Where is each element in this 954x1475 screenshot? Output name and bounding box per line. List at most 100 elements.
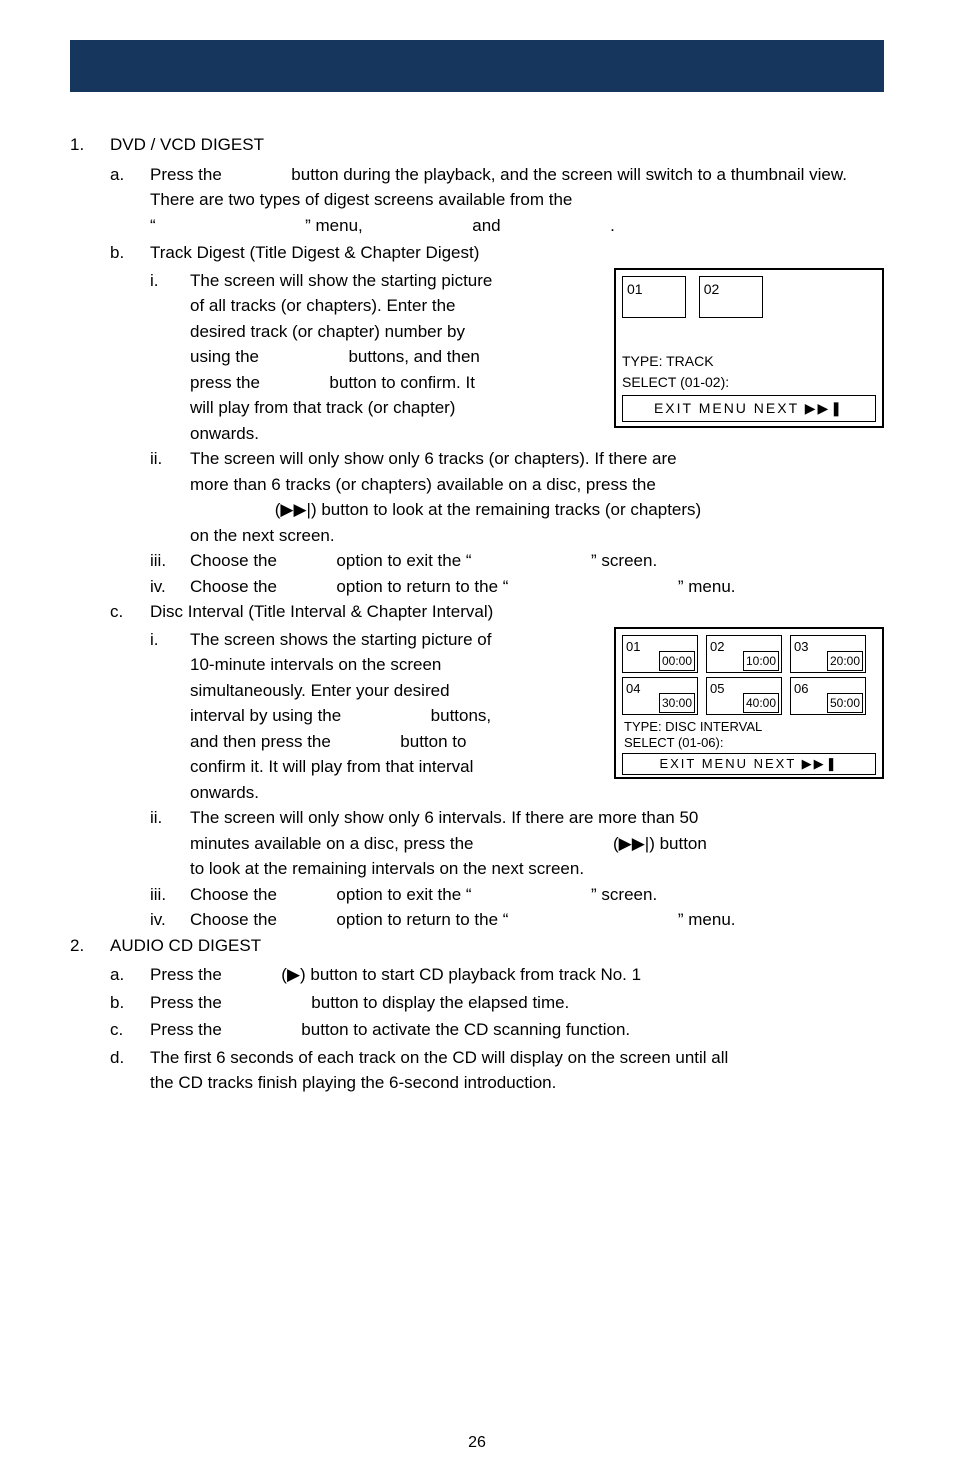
figure-disc-interval: 01 00:00 02 10:00 03 20:00 04 30 bbox=[614, 627, 884, 779]
t: Choose the bbox=[190, 910, 277, 929]
page-number: 26 bbox=[0, 1431, 954, 1455]
item-1c-title-text: Disc Interval (Title Interval & Chapter … bbox=[150, 599, 884, 625]
item-1c-body: 01 00:00 02 10:00 03 20:00 04 30 bbox=[70, 627, 884, 806]
n: 04 bbox=[626, 679, 640, 699]
fig-select: SELECT (01-02): bbox=[622, 372, 876, 393]
text: Choose the option to return to the “ ” m… bbox=[190, 574, 884, 600]
t: Choose the bbox=[190, 551, 277, 570]
letter-b: b. bbox=[110, 990, 150, 1016]
item-2d: d. The first 6 seconds of each track on … bbox=[70, 1045, 884, 1096]
t: interval by using the bbox=[190, 706, 341, 725]
t: option to exit the “ bbox=[336, 885, 471, 904]
t: ” menu, bbox=[305, 216, 363, 235]
t: 30:00 bbox=[659, 693, 695, 713]
header-bar bbox=[70, 40, 884, 92]
text: Press the (▶) button to start CD playbac… bbox=[150, 962, 884, 988]
num-2: 2. bbox=[70, 933, 110, 959]
fig-type: TYPE: DISC INTERVAL bbox=[624, 719, 874, 735]
num-ii: ii. bbox=[150, 805, 190, 831]
t: The screen shows the starting picture of bbox=[190, 630, 491, 649]
t: Press the bbox=[150, 965, 222, 984]
item-1b-title: b. Track Digest (Title Digest & Chapter … bbox=[70, 240, 884, 266]
t: Press the bbox=[150, 993, 222, 1012]
t: ” menu. bbox=[678, 910, 736, 929]
t: 50:00 bbox=[827, 693, 863, 713]
section-1: 1. DVD / VCD DIGEST bbox=[70, 132, 884, 158]
num-ii: ii. bbox=[150, 446, 190, 472]
t: ” screen. bbox=[591, 885, 657, 904]
text: Choose the option to exit the “ ” screen… bbox=[190, 882, 884, 908]
t: button to activate the CD scanning funct… bbox=[301, 1020, 630, 1039]
t: onwards. bbox=[190, 424, 259, 443]
section-1-title: DVD / VCD DIGEST bbox=[110, 132, 884, 158]
item-1b-i: i. The screen will show the starting pic… bbox=[150, 268, 602, 447]
int-cell-01: 01 00:00 bbox=[622, 635, 698, 673]
t: of all tracks (or chapters). Enter the bbox=[190, 296, 456, 315]
t: simultaneously. Enter your desired bbox=[190, 681, 450, 700]
t: using the bbox=[190, 347, 259, 366]
n: 03 bbox=[794, 637, 808, 657]
letter-c: c. bbox=[110, 1017, 150, 1043]
t: and bbox=[472, 216, 500, 235]
t: The screen will only show only 6 interva… bbox=[190, 808, 698, 827]
item-1a-text: Press the button during the playback, an… bbox=[150, 162, 884, 239]
text: Press the button to activate the CD scan… bbox=[150, 1017, 884, 1043]
t: will play from that track (or chapter) bbox=[190, 398, 455, 417]
t: Press the bbox=[150, 1020, 222, 1039]
text: Press the button to display the elapsed … bbox=[150, 990, 884, 1016]
t: button to confirm. It bbox=[329, 373, 475, 392]
fig-menu: EXIT MENU NEXT ▶▶❚ bbox=[654, 400, 844, 416]
int-cell-04: 04 30:00 bbox=[622, 677, 698, 715]
t: option to return to the “ bbox=[336, 910, 508, 929]
t: “ bbox=[150, 216, 156, 235]
text: The screen will only show only 6 interva… bbox=[190, 805, 884, 882]
t: ” menu. bbox=[678, 577, 736, 596]
text: Choose the option to exit the “ ” screen… bbox=[190, 548, 884, 574]
int-cell-06: 06 50:00 bbox=[790, 677, 866, 715]
fig-cell-02: 02 bbox=[699, 276, 763, 318]
section-2: 2. AUDIO CD DIGEST bbox=[70, 933, 884, 959]
t: Choose the bbox=[190, 885, 277, 904]
int-cell-03: 03 20:00 bbox=[790, 635, 866, 673]
t: The first 6 seconds of each track on the… bbox=[150, 1048, 728, 1067]
text: The screen will show the starting pictur… bbox=[190, 268, 602, 447]
t: buttons, and then bbox=[348, 347, 479, 366]
item-2c: c. Press the button to activate the CD s… bbox=[70, 1017, 884, 1043]
fig-select: SELECT (01-06): bbox=[624, 735, 874, 751]
int-cell-02: 02 10:00 bbox=[706, 635, 782, 673]
letter-c: c. bbox=[110, 599, 150, 625]
t: (▶▶|) button bbox=[613, 834, 707, 853]
t: 10:00 bbox=[743, 651, 779, 671]
letter-a: a. bbox=[110, 162, 150, 188]
letter-a: a. bbox=[110, 962, 150, 988]
num-iv: iv. bbox=[150, 574, 190, 600]
t: minutes available on a disc, press the bbox=[190, 834, 474, 853]
section-2-title: AUDIO CD DIGEST bbox=[110, 933, 884, 959]
t: option to return to the “ bbox=[336, 577, 508, 596]
item-1a: a. Press the button during the playback,… bbox=[70, 162, 884, 239]
num-iv: iv. bbox=[150, 907, 190, 933]
text: The screen shows the starting picture of… bbox=[190, 627, 602, 806]
t: the CD tracks finish playing the 6-secon… bbox=[150, 1073, 556, 1092]
t: button to bbox=[400, 732, 466, 751]
num-iii: iii. bbox=[150, 548, 190, 574]
t: 00:00 bbox=[659, 651, 695, 671]
t: onwards. bbox=[190, 783, 259, 802]
t: The screen will show the starting pictur… bbox=[190, 271, 492, 290]
letter-d: d. bbox=[110, 1045, 150, 1071]
n: 06 bbox=[794, 679, 808, 699]
num-1: 1. bbox=[70, 132, 110, 158]
item-1c-title: c. Disc Interval (Title Interval & Chapt… bbox=[70, 599, 884, 625]
item-1b-body: 01 02 TYPE: TRACK SELECT (01-02): EXIT M… bbox=[70, 268, 884, 447]
t: button to display the elapsed time. bbox=[311, 993, 569, 1012]
item-1b-ii: ii. The screen will only show only 6 tra… bbox=[150, 446, 884, 548]
t: Press the bbox=[150, 165, 222, 184]
text: Choose the option to return to the “ ” m… bbox=[190, 907, 884, 933]
t: to look at the remaining intervals on th… bbox=[190, 859, 584, 878]
figure-track-digest: 01 02 TYPE: TRACK SELECT (01-02): EXIT M… bbox=[614, 268, 884, 428]
t: (▶▶|) button to look at the remaining tr… bbox=[275, 500, 701, 519]
item-1c-i: i. The screen shows the starting picture… bbox=[150, 627, 602, 806]
t: press the bbox=[190, 373, 260, 392]
t: . bbox=[610, 216, 615, 235]
num-i: i. bbox=[150, 268, 190, 294]
